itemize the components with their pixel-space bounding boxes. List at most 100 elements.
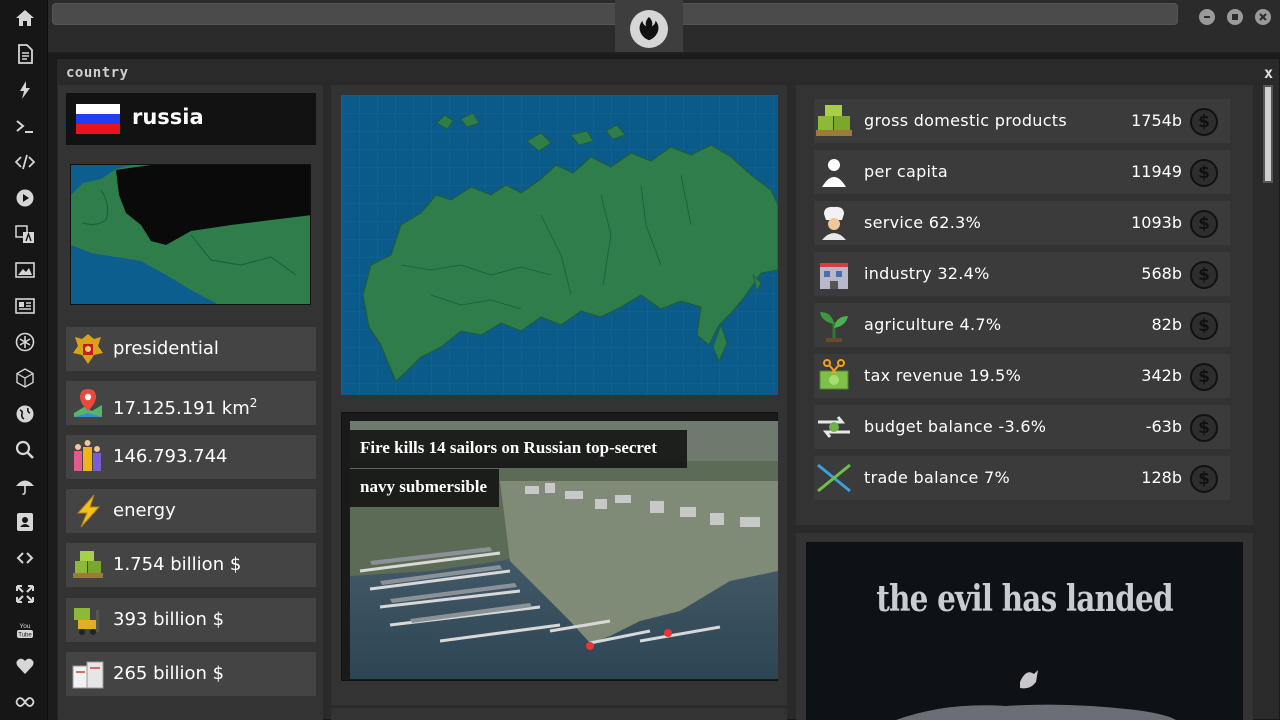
news-card[interactable]: Fire kills 14 sailors on Russian top-sec… — [341, 412, 778, 681]
terminal-icon[interactable] — [12, 113, 38, 139]
sprout-icon — [814, 306, 854, 344]
econ-row-trade-balance[interactable]: trade balance 7% 128b $ — [814, 456, 1230, 500]
umbrella-icon[interactable] — [12, 473, 38, 499]
econ-label: agriculture 4.7% — [864, 315, 1002, 334]
infinity-icon[interactable] — [12, 689, 38, 715]
asterisk-icon[interactable] — [12, 329, 38, 355]
government-card: presidential — [66, 327, 316, 371]
maximize-icon — [1232, 14, 1238, 20]
econ-value: -63b — [1145, 417, 1182, 436]
econ-row-agriculture[interactable]: agriculture 4.7% 82b $ — [814, 303, 1230, 347]
area-unit-exponent: 2 — [249, 396, 258, 410]
globe-icon[interactable] — [12, 401, 38, 427]
trade-cross-icon — [814, 459, 854, 497]
imports-value: 265 billion $ — [113, 663, 225, 684]
cash-scissors-icon — [814, 357, 854, 395]
industry-focus: energy — [113, 500, 176, 521]
app-sidebar: You Tube — [0, 0, 48, 720]
econ-row-budget-balance[interactable]: budget balance -3.6% -63b $ — [814, 405, 1230, 449]
econ-value: 128b — [1141, 468, 1182, 487]
flag-stripe-bottom — [76, 123, 120, 134]
search-icon[interactable] — [12, 437, 38, 463]
cube-icon[interactable] — [12, 365, 38, 391]
econ-row-per-capita[interactable]: per capita 11949 $ — [814, 150, 1230, 194]
econ-value: 568b — [1141, 264, 1182, 283]
news-headline-line1[interactable]: Fire kills 14 sailors on Russian top-sec… — [350, 430, 687, 468]
home-icon[interactable] — [12, 5, 38, 31]
econ-row-service[interactable]: service 62.3% 1093b $ — [814, 201, 1230, 245]
center-column-footer — [331, 708, 787, 720]
coin-icon: $ — [1190, 414, 1218, 442]
area-card: 17.125.191 km2 — [66, 381, 316, 425]
country-flag — [75, 103, 121, 135]
translate-icon[interactable] — [12, 221, 38, 247]
country-map[interactable] — [341, 95, 778, 395]
news-photo: Fire kills 14 sailors on Russian top-sec… — [350, 421, 778, 679]
minimize-icon — [1204, 16, 1210, 18]
area-value: 17.125.191 km2 — [113, 381, 257, 431]
industry-focus-card: energy — [66, 489, 316, 533]
econ-row-gdp[interactable]: gross domestic products 1754b $ — [814, 99, 1230, 143]
rebel-alliance-icon — [630, 10, 668, 48]
econ-label: industry 32.4% — [864, 264, 990, 283]
government-type: presidential — [113, 338, 219, 359]
person-icon — [814, 153, 854, 191]
youtube-icon[interactable]: You Tube — [12, 617, 38, 643]
minimize-button[interactable] — [1199, 9, 1215, 25]
youtube-wordmark-tube: Tube — [18, 633, 32, 639]
money-pallet-icon — [814, 102, 854, 140]
factory-icon — [814, 255, 854, 293]
window-close-button[interactable]: x — [1264, 64, 1273, 82]
newspaper-icon[interactable] — [12, 293, 38, 319]
coin-icon: $ — [1190, 363, 1218, 391]
population-card: 146.793.744 — [66, 435, 316, 479]
econ-label: service 62.3% — [864, 213, 982, 232]
youtube-wordmark-you: You — [20, 623, 31, 630]
money-pallet-icon — [70, 547, 106, 583]
lightning-icon — [70, 493, 106, 529]
location-icon — [70, 385, 106, 421]
area-number: 17.125.191 km — [113, 398, 250, 419]
population-value: 146.793.744 — [113, 446, 228, 467]
econ-row-industry[interactable]: industry 32.4% 568b $ — [814, 252, 1230, 296]
coin-icon: $ — [1190, 261, 1218, 289]
locator-map[interactable] — [70, 164, 311, 305]
gdp-card: 1.754 billion $ — [66, 543, 316, 587]
news-headline-line2[interactable]: navy submersible — [350, 469, 499, 507]
econ-label: gross domestic products — [864, 111, 1068, 130]
close-button[interactable] — [1255, 9, 1271, 25]
play-icon[interactable] — [12, 185, 38, 211]
promo-poster[interactable]: the evil has landed — [806, 542, 1243, 720]
econ-value: 342b — [1141, 366, 1182, 385]
link-icon[interactable] — [12, 545, 38, 571]
chef-icon — [814, 204, 854, 242]
document-icon[interactable] — [12, 41, 38, 67]
econ-label: trade balance 7% — [864, 468, 1011, 487]
population-icon — [70, 439, 106, 475]
code-icon[interactable] — [12, 149, 38, 175]
contacts-icon[interactable] — [12, 509, 38, 535]
econ-value: 1754b — [1131, 111, 1182, 130]
coin-icon: $ — [1190, 210, 1218, 238]
coin-icon: $ — [1190, 159, 1218, 187]
econ-label: budget balance -3.6% — [864, 417, 1047, 436]
heart-icon[interactable] — [12, 653, 38, 679]
maximize-button[interactable] — [1227, 9, 1243, 25]
bolt-icon[interactable] — [12, 77, 38, 103]
coin-icon: $ — [1190, 312, 1218, 340]
country-name: russia — [132, 105, 204, 129]
forklift-icon — [70, 602, 106, 638]
image-icon[interactable] — [12, 257, 38, 283]
arrows-exchange-icon — [814, 408, 854, 446]
boxes-icon — [70, 656, 106, 692]
econ-value: 82b — [1151, 315, 1182, 334]
expand-icon[interactable] — [12, 581, 38, 607]
flag-stripe-top — [76, 104, 120, 114]
economy-scrollbar[interactable] — [1263, 85, 1273, 183]
app-logo-tab[interactable] — [615, 0, 683, 52]
exports-value: 393 billion $ — [113, 609, 225, 630]
coin-icon: $ — [1190, 465, 1218, 493]
top-bar — [48, 0, 1280, 54]
exports-card: 393 billion $ — [66, 598, 316, 642]
econ-row-tax-revenue[interactable]: tax revenue 19.5% 342b $ — [814, 354, 1230, 398]
